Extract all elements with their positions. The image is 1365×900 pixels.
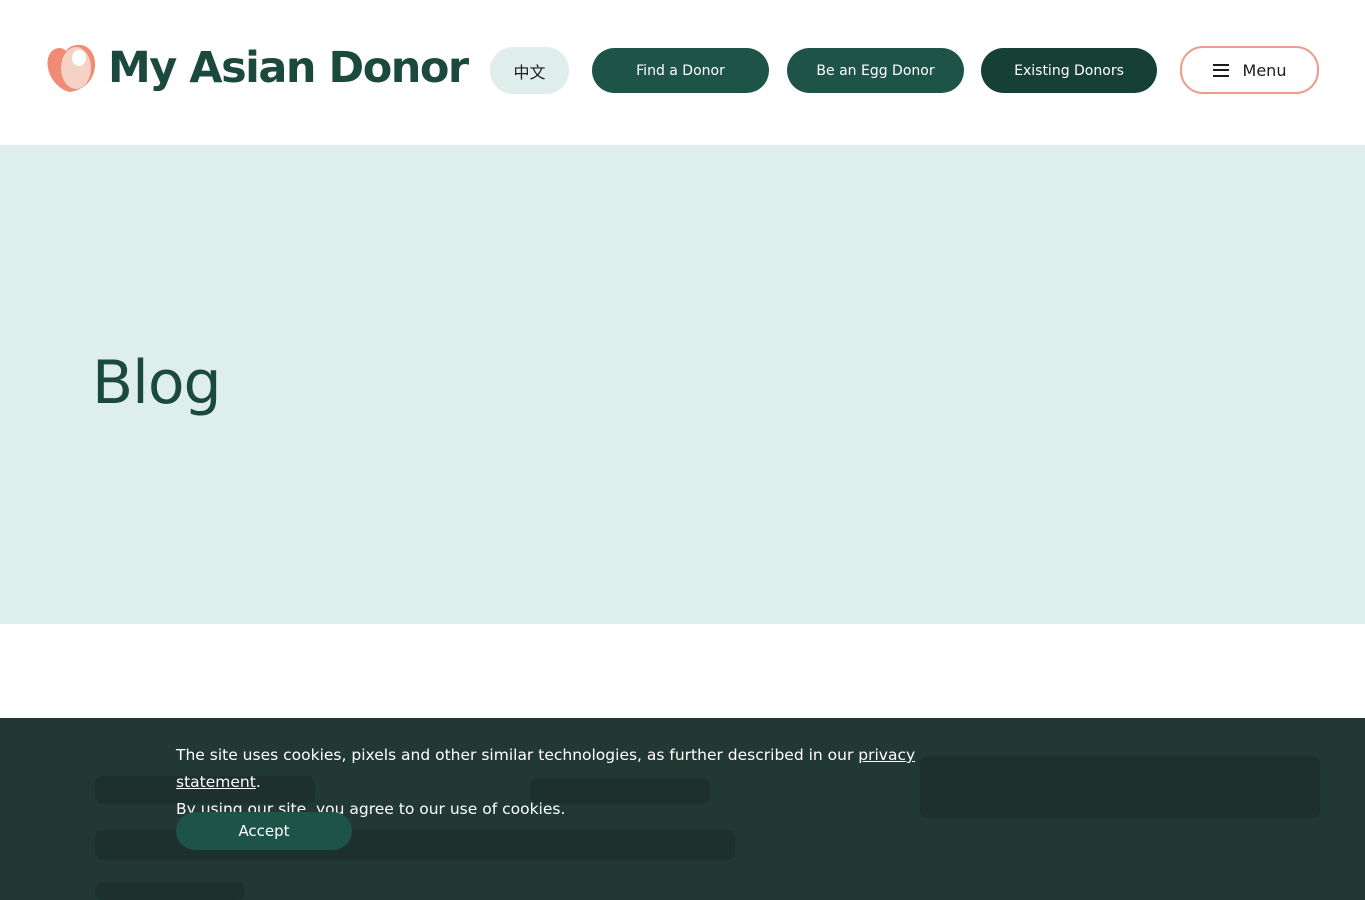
egg-heart-icon — [47, 44, 96, 92]
egg-donor-button[interactable]: Be an Egg Donor — [787, 48, 964, 93]
obscured-content-block — [95, 882, 245, 900]
site-logo[interactable]: My Asian Donor — [46, 42, 469, 94]
find-donor-button[interactable]: Find a Donor — [592, 48, 769, 93]
page-title: Blog — [92, 348, 222, 418]
accept-cookies-button[interactable]: Accept — [176, 812, 352, 850]
cookie-message: The site uses cookies, pixels and other … — [176, 746, 916, 818]
site-header: My Asian Donor 中文 Find a Donor Be an Egg… — [0, 0, 1365, 145]
cookie-banner: The site uses cookies, pixels and other … — [0, 718, 1365, 900]
menu-label: Menu — [1242, 60, 1287, 80]
hamburger-icon — [1212, 63, 1229, 77]
logo-text: My Asian Donor — [108, 42, 469, 93]
language-switch-button[interactable]: 中文 — [490, 47, 569, 94]
existing-donors-button[interactable]: Existing Donors — [981, 48, 1157, 93]
menu-button[interactable]: Menu — [1180, 46, 1319, 94]
hero-banner: Blog — [0, 145, 1365, 624]
